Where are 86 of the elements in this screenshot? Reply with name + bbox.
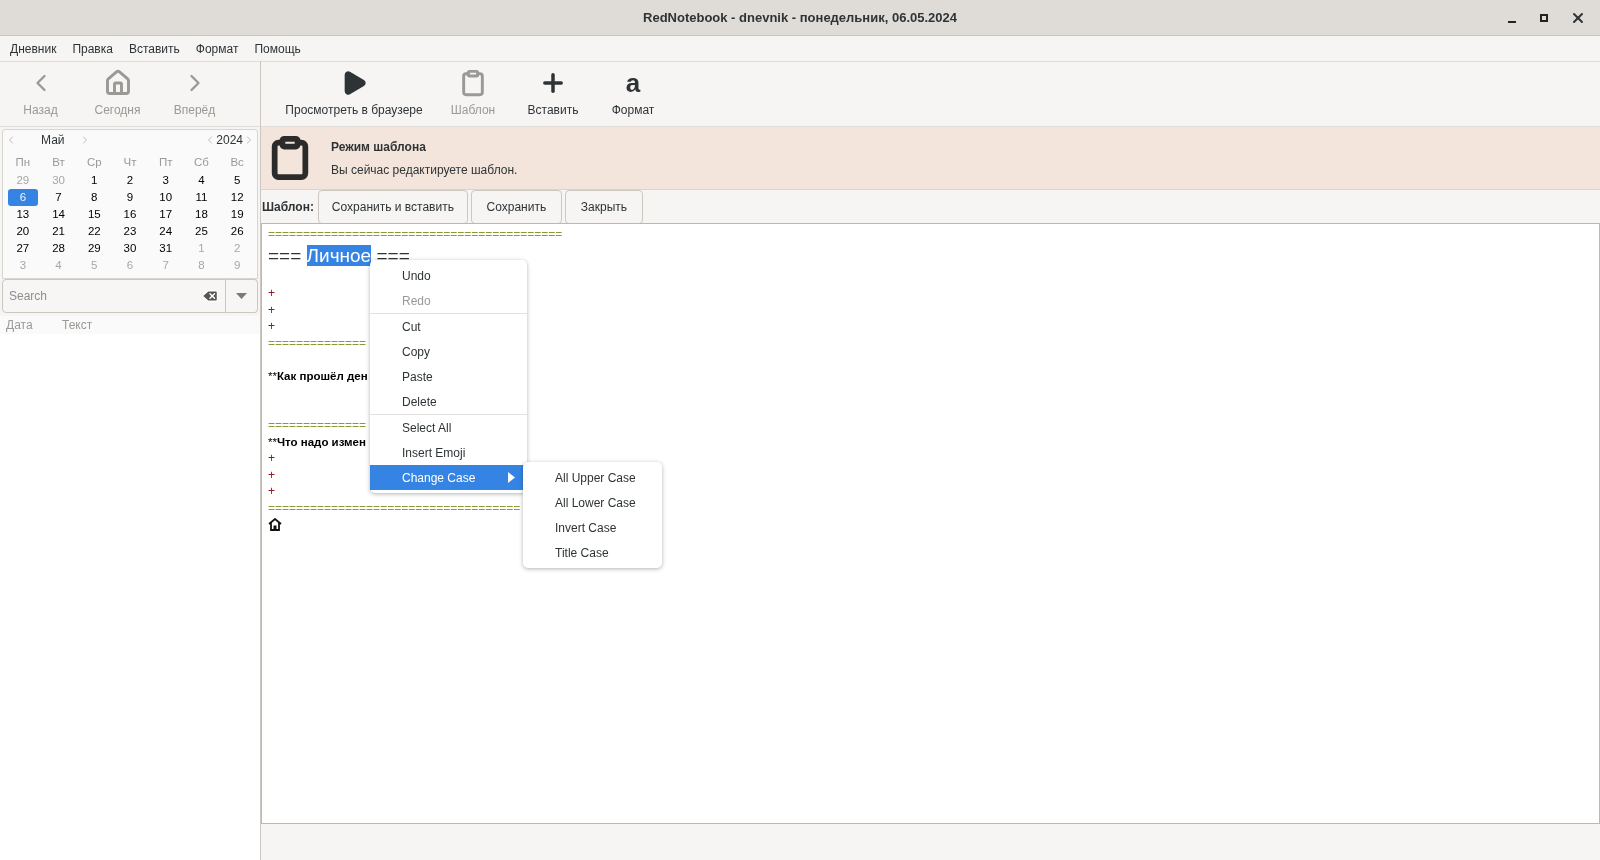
- rule-line: ==============: [268, 417, 367, 434]
- calendar-day[interactable]: 25: [186, 223, 217, 240]
- rule-line: ==============: [268, 334, 367, 351]
- toolbar-button[interactable]: Просмотреть в браузере: [275, 62, 433, 126]
- menu-item[interactable]: Правка: [64, 39, 121, 58]
- plus-line: +: [268, 450, 275, 467]
- weekday-label: Ср: [85, 155, 103, 170]
- menu-item[interactable]: All Lower Case: [523, 490, 662, 515]
- rule-line: ====================================: [268, 499, 521, 516]
- plus-line: +: [268, 483, 275, 500]
- calendar-day[interactable]: 27: [8, 240, 38, 257]
- weekday-label: Вс: [229, 155, 245, 170]
- format-glyph: a: [625, 69, 641, 97]
- calendar-day[interactable]: 8: [79, 189, 110, 206]
- question-line: **Как прошёл ден: [268, 368, 368, 384]
- calendar-day[interactable]: 15: [79, 206, 110, 223]
- calendar-day[interactable]: 29: [79, 240, 110, 257]
- banner-title: Режим шаблона: [331, 138, 427, 156]
- menu-item[interactable]: Invert Case: [523, 515, 662, 540]
- calendar-day[interactable]: 16: [115, 206, 145, 223]
- calendar-day[interactable]: 13: [8, 206, 38, 223]
- template-label: Шаблон:: [261, 198, 315, 216]
- calendar-day[interactable]: 19: [222, 206, 252, 223]
- menu-item[interactable]: Формат: [187, 39, 247, 58]
- weekday-label: Пт: [157, 155, 174, 170]
- calendar-day[interactable]: 26: [222, 223, 252, 240]
- calendar-day[interactable]: 12: [222, 189, 252, 206]
- menu-item[interactable]: Cut: [370, 314, 527, 339]
- banner-message: Вы сейчас редактируете шаблон.: [331, 161, 518, 179]
- menu-item[interactable]: Copy: [370, 339, 527, 364]
- plus-line: +: [268, 466, 275, 483]
- weekday-label: Сб: [192, 155, 210, 170]
- question-line: **Что надо измен: [268, 434, 366, 450]
- window-title: RedNotebook - dnevnik - понедельник, 06.05.2024: [643, 8, 957, 27]
- weekday-label: Вт: [51, 155, 66, 170]
- calendar-day[interactable]: 3: [150, 172, 181, 189]
- template-button[interactable]: Закрыть: [564, 189, 643, 224]
- toolbar-button[interactable]: Вставить: [513, 62, 593, 126]
- weekday-label: Пн: [14, 155, 32, 170]
- clipboard-icon: [459, 69, 487, 97]
- calendar-day[interactable]: 5: [222, 172, 252, 189]
- search-input[interactable]: Search: [9, 287, 201, 305]
- calendar-day[interactable]: 6: [8, 189, 38, 206]
- maximize-icon[interactable]: [1538, 11, 1550, 24]
- calendar-day[interactable]: 28: [43, 240, 74, 257]
- calendar-day[interactable]: 17: [150, 206, 181, 223]
- menu-item[interactable]: Select All: [370, 415, 527, 440]
- house-icon: [103, 69, 132, 97]
- calendar-day[interactable]: 18: [186, 206, 217, 223]
- calendar-day[interactable]: 21: [43, 223, 74, 240]
- plus-line: +: [268, 301, 275, 318]
- calendar-day[interactable]: 31: [150, 240, 181, 257]
- month-label: Май: [41, 132, 65, 149]
- weekday-label: Чт: [122, 155, 138, 170]
- calendar-day[interactable]: 30: [115, 240, 145, 257]
- calendar-day[interactable]: 2: [115, 172, 145, 189]
- template-button[interactable]: Сохранить и вставить: [317, 189, 468, 224]
- clear-icon[interactable]: [201, 287, 219, 305]
- plus-line: +: [268, 318, 275, 335]
- calendar-day[interactable]: 22: [79, 223, 110, 240]
- menu-item[interactable]: Вставить: [120, 39, 188, 58]
- calendar-day[interactable]: 11: [186, 189, 217, 206]
- search-field[interactable]: Search: [2, 279, 226, 313]
- calendar-day[interactable]: 14: [43, 206, 74, 223]
- calendar-day[interactable]: 24: [150, 223, 181, 240]
- year-label: 2024: [216, 132, 243, 149]
- menu-item[interactable]: Delete: [370, 389, 527, 414]
- caret-icon: [236, 292, 247, 300]
- calendar-day[interactable]: 7: [43, 189, 74, 206]
- menu-item[interactable]: Paste: [370, 364, 527, 389]
- calendar-day[interactable]: 9: [115, 189, 145, 206]
- rule-line: ==========================================: [268, 226, 563, 243]
- menu-item[interactable]: Insert Emoji: [370, 440, 527, 465]
- menu-item[interactable]: Помощь: [246, 39, 309, 58]
- calendar-day[interactable]: 10: [150, 189, 181, 206]
- toolbar-button[interactable]: a Формат: [593, 62, 673, 126]
- menu-item[interactable]: Title Case: [523, 540, 662, 565]
- calendar-day[interactable]: 4: [186, 172, 217, 189]
- house-icon: [268, 517, 282, 531]
- plus-line: +: [268, 285, 275, 302]
- menu-item[interactable]: Дневник: [2, 39, 65, 58]
- template-button[interactable]: Сохранить: [470, 189, 562, 224]
- dropdown-button[interactable]: [226, 279, 258, 313]
- calendar-day[interactable]: 23: [115, 223, 145, 240]
- calendar-day[interactable]: 1: [79, 172, 110, 189]
- calendar-day[interactable]: 20: [8, 223, 38, 240]
